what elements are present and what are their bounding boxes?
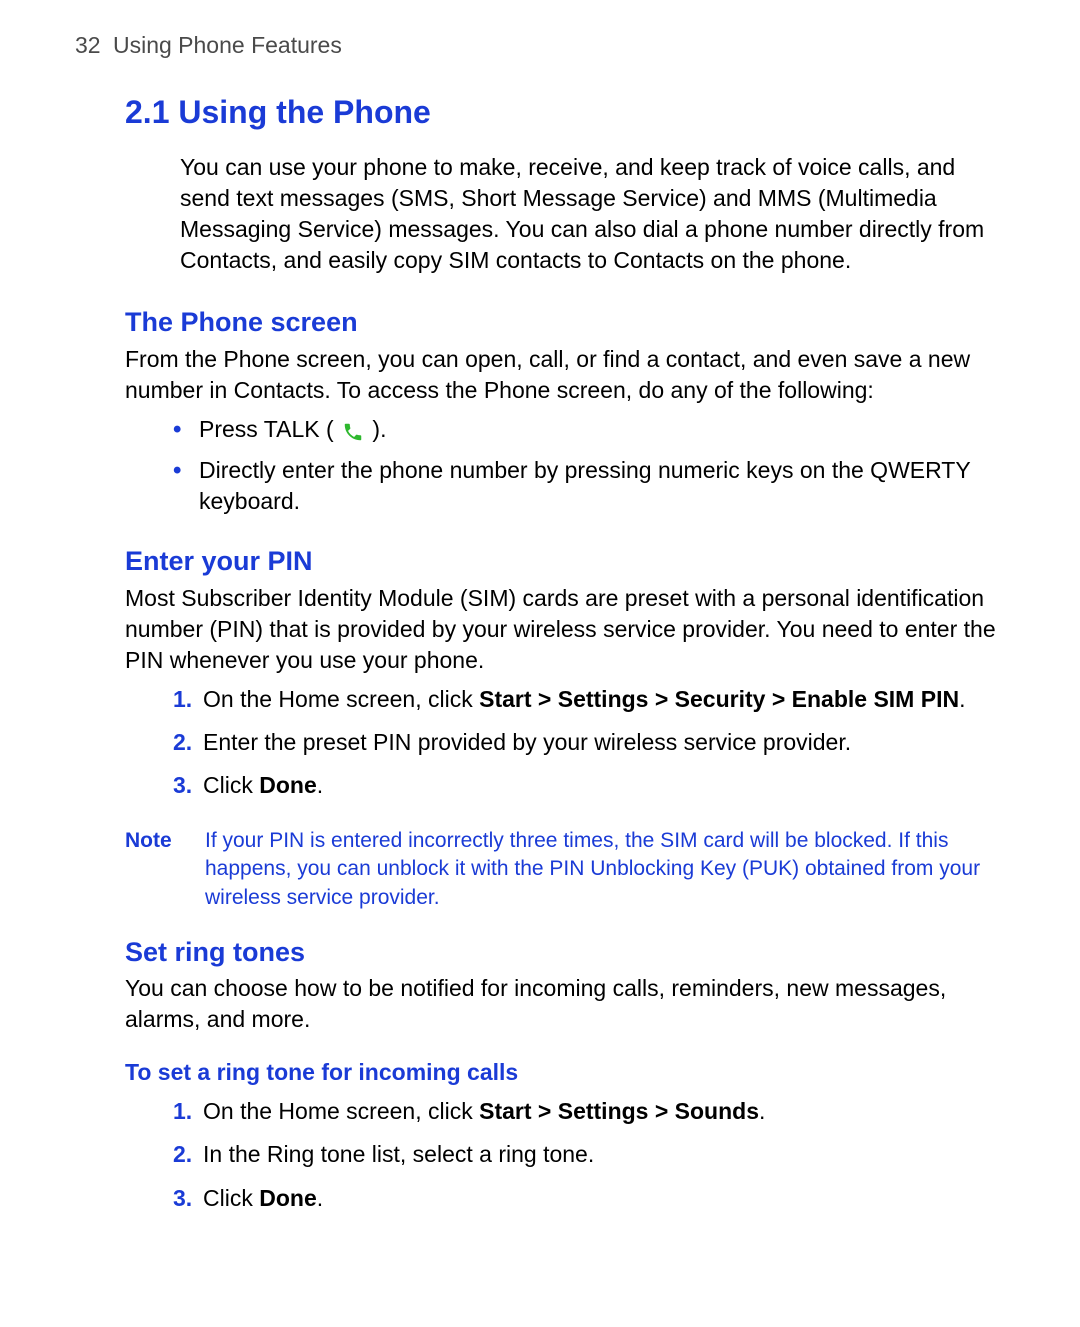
note-label: Note	[125, 827, 205, 912]
phone-screen-bullets: Press TALK ( ). Directly enter the phone…	[125, 414, 1005, 517]
step-text-pre: On the Home screen, click	[203, 686, 479, 712]
list-item: Directly enter the phone number by press…	[173, 455, 1005, 517]
page-content: 2.1 Using the Phone You can use your pho…	[75, 91, 1005, 1214]
step-number: 3.	[173, 770, 192, 801]
step-text-pre: In the Ring tone list, select a ring ton…	[203, 1141, 594, 1167]
page-number: 32	[75, 32, 101, 58]
step-number: 1.	[173, 1096, 192, 1127]
step-text-post: .	[959, 686, 965, 712]
phone-screen-body: From the Phone screen, you can open, cal…	[125, 344, 1005, 406]
step-text-post: .	[317, 1185, 323, 1211]
list-item: 1. On the Home screen, click Start > Set…	[173, 1096, 1005, 1127]
section-heading: 2.1 Using the Phone	[125, 91, 1005, 134]
step-text-post: .	[317, 772, 323, 798]
intro-paragraph: You can use your phone to make, receive,…	[125, 152, 1005, 276]
list-item: Press TALK ( ).	[173, 414, 1005, 445]
list-item: 1. On the Home screen, click Start > Set…	[173, 684, 1005, 715]
enter-pin-body: Most Subscriber Identity Module (SIM) ca…	[125, 583, 1005, 676]
step-number: 2.	[173, 1139, 192, 1170]
step-text-bold: Done	[259, 772, 317, 798]
phone-screen-section: The Phone screen From the Phone screen, …	[125, 304, 1005, 517]
step-number: 1.	[173, 684, 192, 715]
bullet-text-post: ).	[366, 416, 386, 442]
list-item: 2. In the Ring tone list, select a ring …	[173, 1139, 1005, 1170]
ring-tones-heading: Set ring tones	[125, 934, 1005, 970]
ring-tones-subheading: To set a ring tone for incoming calls	[125, 1057, 1005, 1088]
talk-phone-icon	[340, 420, 366, 442]
step-text-pre: Enter the preset PIN provided by your wi…	[203, 729, 851, 755]
step-text-pre: On the Home screen, click	[203, 1098, 479, 1124]
note-block: Note If your PIN is entered incorrectly …	[125, 827, 1005, 912]
list-item: 3. Click Done.	[173, 1183, 1005, 1214]
step-number: 3.	[173, 1183, 192, 1214]
step-text-bold: Done	[259, 1185, 317, 1211]
enter-pin-steps: 1. On the Home screen, click Start > Set…	[125, 684, 1005, 801]
list-item: 2. Enter the preset PIN provided by your…	[173, 727, 1005, 758]
ring-tones-section: Set ring tones You can choose how to be …	[125, 934, 1005, 1214]
page-header: 32 Using Phone Features	[75, 30, 1005, 61]
ring-tones-body: You can choose how to be notified for in…	[125, 973, 1005, 1035]
ring-tones-steps: 1. On the Home screen, click Start > Set…	[125, 1096, 1005, 1213]
step-number: 2.	[173, 727, 192, 758]
note-text: If your PIN is entered incorrectly three…	[205, 827, 1005, 912]
enter-pin-heading: Enter your PIN	[125, 543, 1005, 579]
step-text-post: .	[759, 1098, 765, 1124]
step-text-bold: Start > Settings > Security > Enable SIM…	[479, 686, 959, 712]
chapter-title: Using Phone Features	[113, 32, 342, 58]
bullet-text-pre: Press TALK (	[199, 416, 340, 442]
phone-screen-heading: The Phone screen	[125, 304, 1005, 340]
list-item: 3. Click Done.	[173, 770, 1005, 801]
step-text-pre: Click	[203, 1185, 259, 1211]
bullet-text: Directly enter the phone number by press…	[199, 457, 970, 514]
step-text-pre: Click	[203, 772, 259, 798]
enter-pin-section: Enter your PIN Most Subscriber Identity …	[125, 543, 1005, 801]
step-text-bold: Start > Settings > Sounds	[479, 1098, 759, 1124]
